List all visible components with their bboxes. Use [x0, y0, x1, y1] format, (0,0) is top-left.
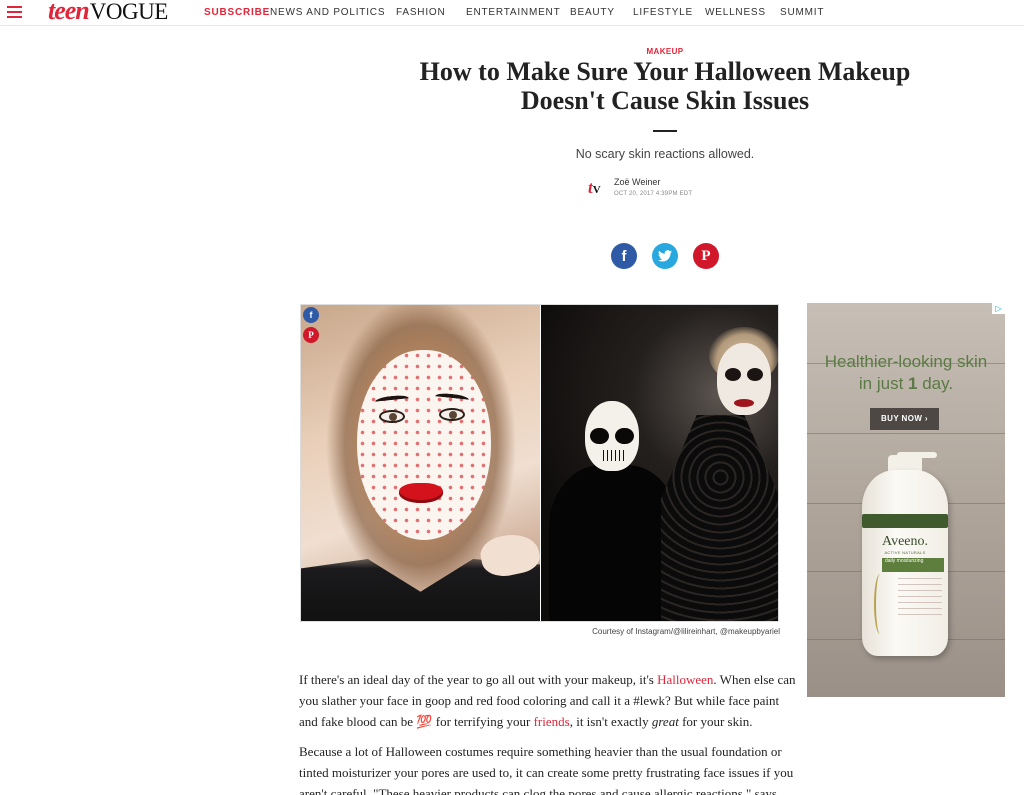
article-paragraph-2: Because a lot of Halloween costumes requ…	[299, 744, 794, 795]
hero-image	[300, 304, 779, 622]
article-rubric[interactable]: MAKEUP	[0, 47, 1024, 56]
article-headline: How to Make Sure Your Halloween Makeup D…	[419, 57, 911, 115]
nav-summit[interactable]: SUMMIT	[780, 7, 824, 18]
nav-lifestyle[interactable]: LIFESTYLE	[633, 7, 693, 18]
nav-entertainment[interactable]: ENTERTAINMENT	[466, 7, 560, 18]
author-name[interactable]: Zoë Weiner	[614, 177, 660, 187]
adchoices-icon[interactable]: ▷	[992, 303, 1005, 314]
article-dek: No scary skin reactions allowed.	[575, 147, 755, 161]
hundred-emoji: 💯	[416, 714, 433, 729]
nav-news-and-politics[interactable]: NEWS AND POLITICS	[270, 7, 385, 18]
skeleton-makeup-photo	[541, 305, 778, 621]
menu-icon[interactable]	[7, 6, 22, 18]
image-credit: Courtesy of Instagram/@lilireinhart, @ma…	[592, 627, 780, 636]
top-nav: teen VOGUE SUBSCRIBE NEWS AND POLITICS F…	[0, 0, 1024, 26]
pinterest-share-icon[interactable]: P	[693, 243, 719, 269]
image-facebook-share-icon[interactable]: f	[303, 307, 319, 323]
ad-buy-now-button[interactable]: BUY NOW ›	[870, 408, 939, 430]
facebook-share-icon[interactable]: f	[611, 243, 637, 269]
aveeno-brand: Aveeno.	[882, 534, 928, 549]
nav-beauty[interactable]: BEAUTY	[570, 7, 615, 18]
halloween-link[interactable]: Halloween	[657, 672, 713, 687]
logo-vogue: VOGUE	[89, 0, 169, 24]
author-avatar-icon: tV	[588, 178, 601, 197]
lotion-bottle-image: Aveeno. ACTIVE NATURALS daily moisturizi…	[862, 470, 948, 656]
publish-date: OCT 20, 2017 4:39PM EDT	[614, 191, 693, 197]
pop-art-makeup-photo	[301, 305, 543, 621]
teen-vogue-logo[interactable]: teen VOGUE	[48, 0, 168, 24]
nav-wellness[interactable]: WELLNESS	[705, 7, 766, 18]
logo-teen: teen	[48, 0, 90, 25]
twitter-share-icon[interactable]	[652, 243, 678, 269]
oat-icon	[874, 574, 886, 634]
subscribe-link[interactable]: SUBSCRIBE	[204, 7, 270, 18]
headline-divider	[653, 130, 677, 132]
article-paragraph-1: If there's an ideal day of the year to g…	[299, 672, 796, 729]
ad-headline: Healthier-looking skin in just 1 day.	[824, 352, 988, 393]
image-pinterest-share-icon[interactable]: P	[303, 327, 319, 343]
friends-link[interactable]: friends	[534, 714, 570, 729]
nav-fashion[interactable]: FASHION	[396, 7, 446, 18]
